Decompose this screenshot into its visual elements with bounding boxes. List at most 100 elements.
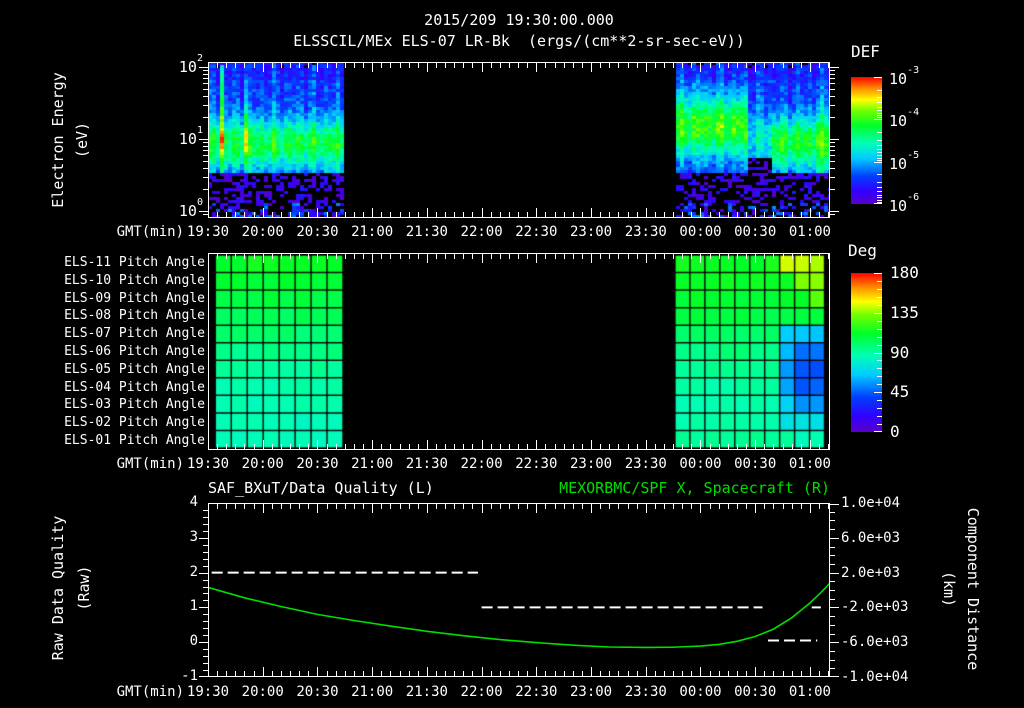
time-tick xyxy=(646,504,647,513)
time-tick xyxy=(454,444,455,449)
energy-tick xyxy=(203,78,208,79)
pitch-row-label: ELS-11 Pitch Angle xyxy=(64,254,205,270)
time-tick xyxy=(564,444,565,449)
time-tick xyxy=(810,63,811,72)
time-tick xyxy=(290,254,291,259)
deg-colorbar-title: Deg xyxy=(848,241,877,260)
deg-tick-label: 90 xyxy=(890,342,910,362)
time-tick xyxy=(719,212,720,217)
energy-tick xyxy=(830,150,835,151)
time-tick xyxy=(664,254,665,259)
time-tick xyxy=(637,444,638,449)
time-tick xyxy=(308,212,309,217)
time-tick xyxy=(390,254,391,259)
time-tick xyxy=(609,504,610,509)
time-tick xyxy=(828,254,829,259)
lineplot-left-axis-label: Raw Data Quality xyxy=(49,515,67,661)
deg-colorbar-tick xyxy=(874,273,882,274)
time-tick xyxy=(363,63,364,68)
energy-tick xyxy=(830,67,839,68)
def-colorbar-tick xyxy=(877,152,882,153)
time-tick xyxy=(783,254,784,259)
time-tick xyxy=(436,63,437,68)
time-tick xyxy=(500,63,501,68)
time-tick xyxy=(518,63,519,68)
spectrogram-y-axis-label: Electron Energy xyxy=(49,72,67,208)
time-tick xyxy=(327,63,328,68)
time-tick xyxy=(363,444,364,449)
def-colorbar-tick xyxy=(877,191,882,192)
pitch-angle-grid[interactable] xyxy=(208,253,830,450)
time-tick-label: 22:30 xyxy=(515,684,558,700)
time-tick-label: 22:30 xyxy=(515,456,558,472)
time-tick xyxy=(336,254,337,259)
quality-tick xyxy=(203,517,208,518)
quality-tick xyxy=(203,593,208,594)
time-tick xyxy=(409,444,410,449)
time-tick xyxy=(527,254,528,259)
time-tick xyxy=(810,667,811,676)
time-tick xyxy=(509,63,510,68)
deg-tick-label: 45 xyxy=(890,382,910,402)
time-tick xyxy=(719,444,720,449)
time-tick-label: 22:00 xyxy=(460,684,503,700)
time-tick-label: 23:30 xyxy=(624,456,667,472)
time-tick xyxy=(746,504,747,509)
time-tick xyxy=(472,671,473,676)
electron-energy-spectrogram[interactable] xyxy=(208,62,830,218)
time-tick xyxy=(482,63,483,72)
time-tick-label: 23:00 xyxy=(569,224,613,240)
time-tick xyxy=(600,254,601,259)
quality-distance-plot[interactable] xyxy=(208,503,830,677)
deg-colorbar-tick xyxy=(877,408,882,409)
time-tick xyxy=(336,671,337,676)
time-tick xyxy=(746,212,747,217)
def-colorbar-tick xyxy=(877,155,882,156)
time-tick xyxy=(673,444,674,449)
time-tick-label: 21:30 xyxy=(405,224,448,240)
time-tick xyxy=(263,254,264,263)
time-tick xyxy=(436,671,437,676)
quality-tick xyxy=(203,559,208,560)
time-tick xyxy=(418,671,419,676)
energy-tick xyxy=(203,89,208,90)
time-tick xyxy=(400,504,401,509)
time-tick xyxy=(591,440,592,449)
time-tick xyxy=(737,254,738,259)
time-tick xyxy=(600,671,601,676)
time-tick xyxy=(445,444,446,449)
def-colorbar-tick xyxy=(877,158,882,159)
quality-tick xyxy=(203,600,208,601)
time-tick xyxy=(536,440,537,449)
time-tick xyxy=(418,444,419,449)
time-tick xyxy=(792,444,793,449)
distance-tick xyxy=(830,564,835,565)
time-tick xyxy=(509,254,510,259)
gmt-axis-label-2: GMT(min) xyxy=(116,456,184,472)
time-tick xyxy=(400,254,401,259)
time-tick xyxy=(463,671,464,676)
time-tick xyxy=(618,63,619,68)
time-tick xyxy=(764,212,765,217)
time-tick xyxy=(773,63,774,68)
distance-tick xyxy=(830,599,835,600)
energy-tick xyxy=(830,177,835,178)
time-tick xyxy=(728,254,729,259)
time-tick xyxy=(573,504,574,509)
time-tick xyxy=(472,504,473,509)
time-tick xyxy=(345,254,346,259)
time-tick xyxy=(363,254,364,259)
time-tick-label: 23:30 xyxy=(624,224,667,240)
deg-colorbar-tick xyxy=(874,431,882,432)
deg-colorbar-tick xyxy=(877,376,882,377)
time-tick xyxy=(518,671,519,676)
time-tick xyxy=(336,504,337,509)
time-tick xyxy=(819,504,820,509)
time-tick xyxy=(390,671,391,676)
time-tick-label: 19:30 xyxy=(186,456,230,472)
time-tick xyxy=(454,504,455,509)
time-tick xyxy=(755,63,756,72)
def-colorbar-tick xyxy=(877,174,882,175)
time-tick xyxy=(555,504,556,509)
def-colorbar-tick xyxy=(877,113,882,114)
